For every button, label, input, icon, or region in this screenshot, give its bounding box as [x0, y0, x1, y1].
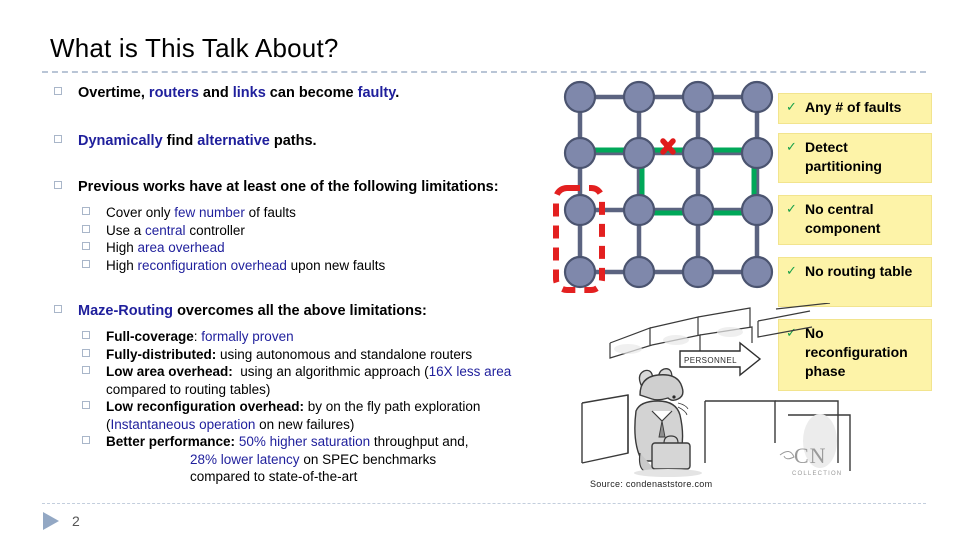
mouse-character: [634, 368, 702, 477]
mesh-nodes: [563, 80, 774, 289]
bullet-previous-works-text: Previous works have at least one of the …: [78, 179, 499, 195]
bullet-square-icon: [82, 207, 90, 215]
bullet-central-controller: Use a central controller: [50, 222, 570, 240]
bullet-square-icon: [82, 242, 90, 250]
callout-detect-partitioning: ✓ Detect partitioning: [778, 133, 932, 183]
source-credit: Source: condenaststore.com: [590, 479, 713, 489]
bullet-square-icon: [54, 305, 62, 313]
bullet-square-icon: [54, 87, 62, 95]
bullet-square-icon: [82, 224, 90, 233]
check-icon: ✓: [786, 99, 797, 114]
personnel-sign-label: PERSONNEL: [684, 356, 737, 365]
svg-text:CN: CN: [794, 443, 827, 468]
bullet-low-area-overhead: Low area overhead: using an algorithmic …: [50, 363, 570, 398]
callout-any-faults-label: Any # of faults: [805, 99, 902, 115]
bullet-fully-distributed-text: Fully-distributed: using autonomous and …: [106, 346, 473, 362]
bullet-full-coverage: Full-coverage: formally proven: [50, 328, 570, 346]
bullet-square-icon: [82, 436, 90, 444]
footer-triangle-icon: [43, 512, 59, 530]
check-icon: ✓: [786, 139, 797, 154]
bullet-maze-routing: Maze-Routing overcomes all the above lim…: [50, 302, 570, 320]
bullet-previous-works: Previous works have at least one of the …: [50, 178, 570, 196]
bullet-better-performance: Better performance: 50% higher saturatio…: [50, 433, 570, 486]
bullet-square-icon: [54, 135, 62, 143]
callout-any-faults: ✓ Any # of faults: [778, 93, 932, 124]
bullet-square-icon: [82, 259, 90, 268]
bullet-cover-few-faults: Cover only few number of faults: [50, 204, 570, 222]
footer-divider: [42, 503, 926, 504]
bullet-full-coverage-text: Full-coverage: formally proven: [106, 329, 294, 344]
callout-no-central: ✓ No central component: [778, 195, 932, 245]
bullet-dynamically-text: Dynamically find alternative paths.: [78, 133, 317, 149]
bullet-high-area-overhead: High area overhead: [50, 239, 570, 257]
bullet-high-reconfiguration-overhead-text: High reconfiguration overhead upon new f…: [106, 257, 386, 273]
page-title: What is This Talk About?: [50, 33, 339, 63]
bullet-central-controller-text: Use a central controller: [106, 222, 245, 238]
personnel-sign: PERSONNEL: [679, 341, 762, 377]
bullet-high-reconfiguration-overhead: High reconfiguration overhead upon new f…: [50, 257, 570, 275]
bullet-list: Overtime, routers and links can become f…: [50, 84, 570, 486]
page-number: 2: [72, 513, 80, 529]
bullet-overtime-text: Overtime, routers and links can become f…: [78, 85, 400, 101]
mesh-links: [577, 94, 760, 275]
bullet-dynamically: Dynamically find alternative paths.: [50, 132, 570, 150]
bullet-square-icon: [82, 401, 90, 409]
fault-x-icon: [660, 138, 676, 155]
slide-canvas: What is This Talk About? Overtime, route…: [0, 0, 960, 540]
bullet-cover-few-faults-text: Cover only few number of faults: [106, 205, 296, 220]
callout-no-routing-table: ✓ No routing table: [778, 257, 932, 307]
svg-text:COLLECTION: COLLECTION: [792, 471, 842, 477]
bullet-square-icon: [82, 366, 90, 374]
bullet-overtime: Overtime, routers and links can become f…: [50, 84, 570, 102]
bullet-high-area-overhead-text: High area overhead: [106, 240, 225, 255]
callout-detect-partitioning-label: Detect partitioning: [805, 139, 882, 174]
callout-no-routing-table-label: No routing table: [805, 263, 913, 279]
bullet-low-reconfiguration-overhead: Low reconfiguration overhead: by on the …: [50, 398, 570, 433]
bullet-square-icon: [82, 348, 90, 357]
title-divider: [42, 71, 926, 73]
mesh-network-diagram: [545, 78, 785, 300]
bullet-fully-distributed: Fully-distributed: using autonomous and …: [50, 346, 570, 364]
bullet-low-area-overhead-text: Low area overhead: using an algorithmic …: [106, 364, 512, 397]
check-icon: ✓: [786, 201, 797, 216]
maze-cartoon-illustration: PERSONNEL CN COLLECTION: [580, 303, 870, 483]
check-icon: ✓: [786, 263, 797, 278]
bullet-square-icon: [54, 181, 62, 189]
bullet-better-performance-text: Better performance: 50% higher saturatio…: [106, 434, 469, 484]
mesh-path: [580, 147, 757, 216]
bullet-square-icon: [82, 331, 90, 339]
callout-no-central-label: No central component: [805, 201, 881, 236]
bullet-low-reconfiguration-overhead-text: Low reconfiguration overhead: by on the …: [106, 399, 481, 432]
bullet-maze-routing-text: Maze-Routing overcomes all the above lim…: [78, 303, 427, 319]
